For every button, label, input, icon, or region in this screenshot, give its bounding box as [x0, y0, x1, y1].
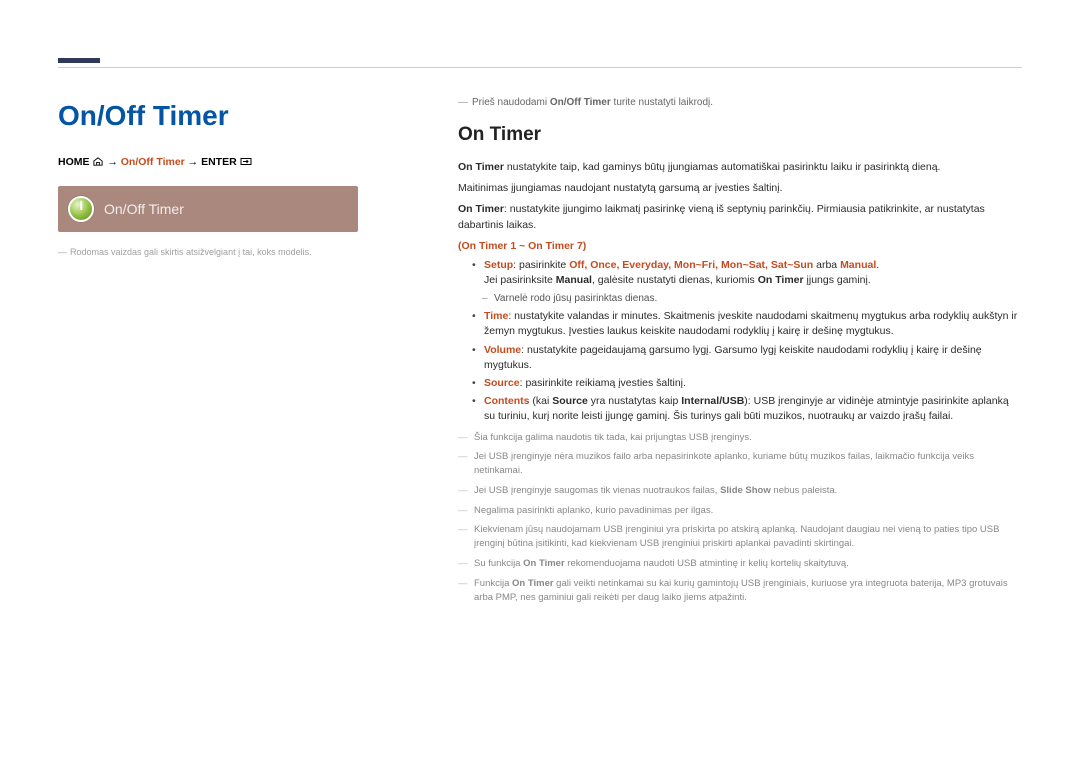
option-volume: Volume: nustatykite pageidaujamą garsumo… — [468, 343, 1022, 373]
paragraph: Maitinimas įjungiamas naudojant nustatyt… — [458, 181, 1022, 196]
right-column: Prieš naudodami On/Off Timer turite nust… — [458, 96, 1022, 608]
breadcrumb-home: HOME — [58, 156, 90, 168]
text: nebus paleista. — [771, 485, 838, 496]
range-label: (On Timer 1 ~ On Timer 7) — [458, 239, 1022, 254]
paragraph: On Timer: nustatykite įjungimo laikmatį … — [458, 202, 1022, 232]
text: gali veikti netinkamai su kai kurių gami… — [474, 578, 1008, 603]
text: nustatykite taip, kad gaminys būtų įjung… — [504, 161, 941, 173]
option-list: Setup: pasirinkite Off, Once, Everyday, … — [462, 258, 1022, 424]
breadcrumb-arrow-2: → — [188, 156, 199, 168]
text-bold: On Timer — [458, 161, 504, 173]
option-setup-sub: Varnelė rodo jūsų pasirinktas dienas. — [468, 292, 1022, 307]
text: Jei USB įrenginyje saugomas tik vienas n… — [474, 485, 720, 496]
breadcrumb-current: On/Off Timer — [121, 156, 185, 168]
text: arba — [813, 259, 840, 271]
text: Su funkcija — [474, 558, 523, 569]
home-icon — [92, 156, 104, 172]
breadcrumb: HOME → On/Off Timer → ENTER — [58, 155, 418, 172]
text: Jei pasirinksite — [484, 274, 556, 286]
text: turite nustatyti laikrodį. — [611, 97, 713, 108]
two-column-layout: On/Off Timer HOME → On/Off Timer → ENTER… — [58, 96, 1022, 608]
text-bold: Slide Show — [720, 485, 771, 496]
timer-icon — [68, 196, 94, 222]
feature-tile: On/Off Timer — [58, 186, 358, 232]
text: Prieš naudodami — [472, 97, 550, 108]
text: : nustatykite valandas ir minutes. Skait… — [484, 310, 1017, 337]
text-bold: Source — [552, 395, 588, 407]
footnote-1: Šia funkcija galima naudotis tik tada, k… — [458, 431, 1022, 445]
option-key: Volume — [484, 344, 521, 356]
option-setup: Setup: pasirinkite Off, Once, Everyday, … — [468, 258, 1022, 288]
text: (kai — [530, 395, 553, 407]
text: Funkcija — [474, 578, 512, 589]
document-page: On/Off Timer HOME → On/Off Timer → ENTER… — [0, 0, 1080, 763]
text: : pasirinkite reikiamą įvesties šaltinį. — [520, 377, 686, 389]
text-bold: Manual — [556, 274, 592, 286]
text: rekomenduojama naudoti USB atmintinę ir … — [565, 558, 849, 569]
header-rule — [58, 67, 1022, 68]
header-accent-bar — [58, 58, 100, 63]
breadcrumb-arrow-1: → — [107, 156, 118, 168]
option-values: Off, Once, Everyday, Mon~Fri, Mon~Sat, S… — [569, 259, 813, 271]
breadcrumb-enter: ENTER — [201, 156, 237, 168]
prerequisite-note: Prieš naudodami On/Off Timer turite nust… — [458, 96, 1022, 111]
option-key: Source — [484, 377, 520, 389]
option-contents: Contents (kai Source yra nustatytas kaip… — [468, 394, 1022, 424]
text: . — [876, 259, 879, 271]
option-time: Time: nustatykite valandas ir minutes. S… — [468, 309, 1022, 339]
option-key: Contents — [484, 395, 530, 407]
text-bold: On Timer — [523, 558, 565, 569]
footnote-3: Jei USB įrenginyje saugomas tik vienas n… — [458, 484, 1022, 498]
text: : nustatykite pageidaujamą garsumo lygį.… — [484, 344, 982, 371]
footnote-7: Funkcija On Timer gali veikti netinkamai… — [458, 577, 1022, 605]
option-key: Time — [484, 310, 508, 322]
text-bold: Internal/USB — [681, 395, 744, 407]
text: : pasirinkite — [513, 259, 569, 271]
text: yra nustatytas kaip — [588, 395, 681, 407]
footnote-2: Jei USB įrenginyje nėra muzikos failo ar… — [458, 450, 1022, 478]
text-bold: On Timer — [512, 578, 554, 589]
model-note: Rodomas vaizdas gali skirtis atsižvelgia… — [58, 246, 418, 259]
option-key: Setup — [484, 259, 513, 271]
section-heading: On Timer — [458, 121, 1022, 149]
text-bold: On/Off Timer — [550, 97, 611, 108]
page-title: On/Off Timer — [58, 96, 418, 137]
text: , galėsite nustatyti dienas, kuriomis — [592, 274, 758, 286]
footnote-4: Negalima pasirinkti aplanko, kurio pavad… — [458, 504, 1022, 518]
text-bold: On Timer — [458, 203, 504, 215]
option-value-manual: Manual — [840, 259, 876, 271]
footnote-6: Su funkcija On Timer rekomenduojama naud… — [458, 557, 1022, 571]
footnote-5: Kiekvienam jūsų naudojamam USB įrenginiu… — [458, 523, 1022, 551]
paragraph: On Timer nustatykite taip, kad gaminys b… — [458, 160, 1022, 175]
text-bold: On Timer — [758, 274, 804, 286]
enter-icon — [240, 156, 252, 172]
feature-tile-label: On/Off Timer — [104, 199, 184, 219]
left-column: On/Off Timer HOME → On/Off Timer → ENTER… — [58, 96, 418, 608]
text: : nustatykite įjungimo laikmatį pasirink… — [458, 203, 985, 230]
option-source: Source: pasirinkite reikiamą įvesties ša… — [468, 376, 1022, 391]
text: įjungs gaminį. — [804, 274, 871, 286]
